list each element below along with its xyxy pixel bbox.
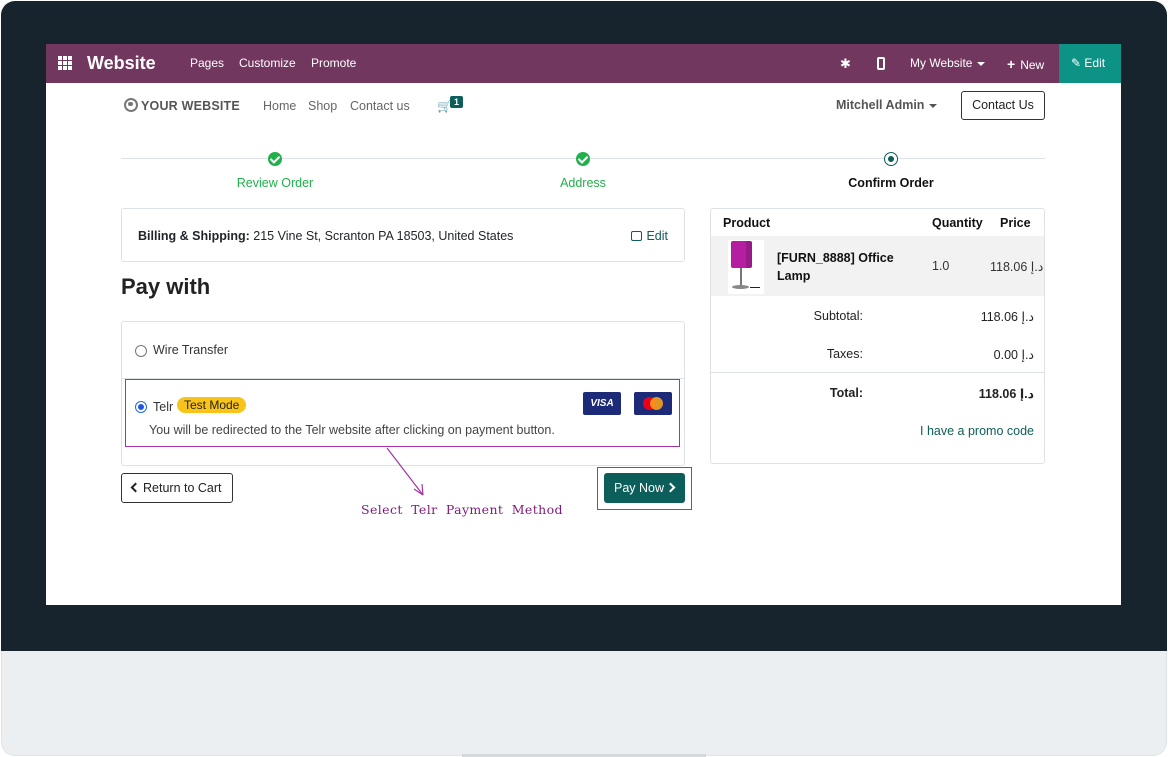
wire-transfer-label[interactable]: Wire Transfer — [153, 343, 228, 357]
globe-icon — [124, 98, 138, 112]
promo-code-link[interactable]: I have a promo code — [920, 424, 1034, 438]
contact-us-button[interactable]: Contact Us — [961, 91, 1045, 120]
taxes-label: Taxes: — [826, 347, 863, 361]
website-selector[interactable]: My Website — [910, 56, 986, 70]
step-review-check-icon — [268, 152, 282, 166]
edit-button[interactable]: ✎ Edit — [1059, 44, 1121, 83]
debug-bug-icon[interactable]: ✱ — [840, 56, 851, 72]
subtotal-label: Subtotal: — [813, 309, 863, 323]
new-button-label: New — [1020, 58, 1045, 72]
nav-contact-us[interactable]: Contact us — [350, 99, 410, 113]
monitor-base — [1, 651, 1167, 756]
edit-button-label: Edit — [1084, 56, 1106, 70]
cart-count-badge: 1 — [450, 96, 464, 108]
taxes-value: 0.00 د.إ — [993, 348, 1034, 362]
pay-now-highlight-box — [597, 467, 692, 510]
step-address[interactable]: Address — [503, 176, 663, 190]
user-menu[interactable]: Mitchell Admin — [836, 98, 938, 112]
apps-grid-icon[interactable] — [58, 56, 72, 70]
return-to-cart-label: Return to Cart — [143, 481, 222, 495]
website-selector-label: My Website — [910, 56, 973, 70]
cart-link[interactable]: 🛒 1 — [437, 96, 464, 113]
menu-pages[interactable]: Pages — [190, 56, 224, 70]
order-summary-card: Product Quantity Price [FURN_8888] Offic… — [710, 208, 1045, 464]
return-to-cart-button[interactable]: Return to Cart — [121, 473, 233, 503]
annotation-arrow-icon — [386, 447, 424, 496]
step-confirm-current-icon — [884, 152, 898, 166]
total-label: Total: — [829, 386, 863, 400]
product-price: 118.06 د.إ — [990, 260, 1044, 274]
pay-with-heading: Pay with — [121, 274, 211, 299]
step-review-order[interactable]: Review Order — [195, 176, 355, 190]
mobile-preview-icon[interactable] — [877, 57, 885, 70]
browser-screen: Website Pages Customize Promote ✱ My Web… — [46, 44, 1121, 605]
edit-address-label: Edit — [646, 229, 668, 243]
total-value: 118.06 د.إ — [978, 387, 1034, 401]
header-quantity: Quantity — [932, 216, 983, 230]
wire-transfer-radio[interactable] — [135, 345, 147, 357]
admin-navbar: Website Pages Customize Promote ✱ My Web… — [46, 44, 1121, 83]
menu-customize[interactable]: Customize — [239, 56, 296, 70]
edit-address-link[interactable]: Edit — [631, 229, 668, 243]
menu-promote[interactable]: Promote — [311, 56, 356, 70]
step-address-check-icon — [576, 152, 590, 166]
site-logo[interactable]: YOUR WEBSITE — [124, 98, 240, 113]
plus-icon: + — [1007, 56, 1016, 72]
billing-shipping-card: Billing & Shipping: 215 Vine St, Scranto… — [121, 208, 685, 262]
edit-square-icon — [631, 231, 643, 241]
monitor-frame: Website Pages Customize Promote ✱ My Web… — [0, 0, 1168, 757]
billing-label: Billing & Shipping: — [138, 229, 250, 243]
pencil-icon: ✎ — [1071, 56, 1085, 70]
step-confirm-order: Confirm Order — [848, 176, 934, 190]
telr-highlight-box — [125, 379, 680, 447]
header-price: Price — [1000, 216, 1031, 230]
caret-down-icon — [929, 103, 938, 108]
header-product: Product — [723, 216, 771, 230]
caret-down-icon — [977, 61, 986, 66]
annotation-text: Select Telr Payment Method — [361, 502, 563, 517]
subtotal-value: 118.06 د.إ — [980, 310, 1034, 324]
product-name: [FURN_8888] Office Lamp — [777, 251, 894, 283]
chevron-left-icon — [130, 482, 141, 493]
user-name: Mitchell Admin — [836, 98, 925, 112]
product-quantity: 1.0 — [932, 259, 950, 273]
billing-address: 215 Vine St, Scranton PA 18503, United S… — [253, 229, 514, 243]
summary-divider — [711, 372, 1044, 373]
new-button[interactable]: + New — [1007, 56, 1044, 72]
site-logo-text: YOUR WEBSITE — [141, 99, 240, 113]
app-name[interactable]: Website — [87, 53, 156, 74]
office-lamp-image — [728, 240, 764, 294]
nav-shop[interactable]: Shop — [308, 99, 337, 113]
nav-home[interactable]: Home — [263, 99, 296, 113]
